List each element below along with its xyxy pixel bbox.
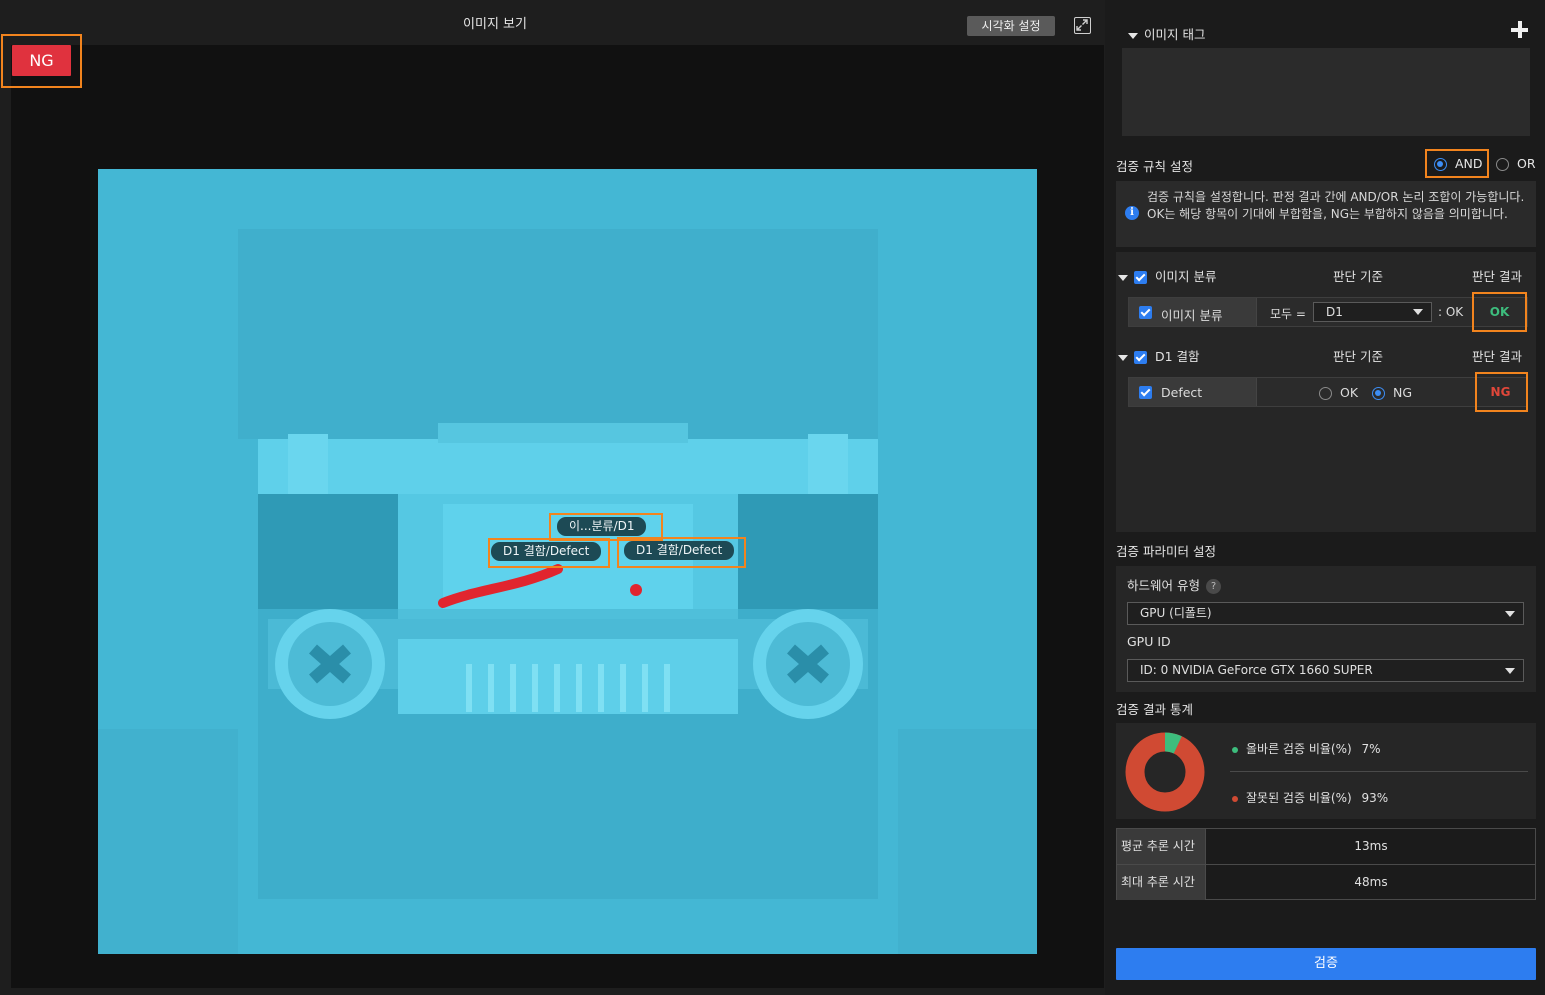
result-highlight: NG <box>1 34 82 88</box>
rule-name: 이미지 분류 <box>1161 308 1223 323</box>
classification-label[interactable]: 이...분류/D1 <box>557 517 647 536</box>
group-name: 이미지 분류 <box>1154 269 1217 284</box>
logic-or-label: OR <box>1516 156 1536 171</box>
chevron-down-icon <box>1505 668 1515 674</box>
max-time-value: 48ms <box>1354 875 1388 889</box>
criteria-prefix: 모두 = <box>1270 307 1306 321</box>
legend-correct-label: 올바른 검증 비율(%) <box>1246 742 1352 756</box>
image-canvas[interactable]: 이...분류/D1 D1 결함/Defect D1 결함/Defect <box>11 45 1104 988</box>
rule-row-image-classification: 이미지 분류 모두 = D1 : OK <box>1128 297 1528 327</box>
defect-label[interactable]: D1 결함/Defect <box>624 541 735 560</box>
option-ng[interactable]: NG <box>1372 385 1412 400</box>
legend-dot-correct <box>1232 746 1238 753</box>
criteria-header: 판단 기준 <box>1333 269 1383 284</box>
help-icon[interactable]: ? <box>1205 579 1221 594</box>
group-d1-defect[interactable]: D1 결함 <box>1118 346 1200 365</box>
result-header: 판단 결과 <box>1472 349 1522 364</box>
rules-info-text: 검증 규칙을 설정합니다. 판정 결과 간에 AND/OR 논리 조합이 가능합… <box>1147 190 1525 221</box>
image-viewer: 이미지 보기 시각화 설정 이...분류/D1 D1 결함/Defect D1 … <box>0 0 1105 995</box>
gpu-id-label: GPU ID <box>1127 634 1171 649</box>
avg-time-row: 평균 추론 시간 13ms <box>1117 829 1535 864</box>
group-checkbox[interactable] <box>1134 351 1147 364</box>
collapse-arrow-icon <box>1128 32 1138 39</box>
radio-ok[interactable] <box>1319 387 1332 400</box>
criteria-suffix: : OK <box>1438 305 1464 319</box>
legend-correct-value: 7% <box>1361 742 1381 756</box>
avg-time-label: 평균 추론 시간 <box>1117 829 1206 864</box>
max-time-label: 최대 추론 시간 <box>1117 865 1206 900</box>
image-tags-box[interactable] <box>1122 48 1530 136</box>
chevron-down-icon <box>1413 309 1423 315</box>
result-badge-ng: NG <box>12 45 71 76</box>
hardware-value: GPU (디폴트) <box>1140 606 1212 620</box>
inference-time-table: 평균 추론 시간 13ms 최대 추론 시간 48ms <box>1116 828 1536 900</box>
rule-result-ok: OK <box>1489 305 1510 319</box>
image-tags-header[interactable]: 이미지 태그 <box>1128 24 1205 43</box>
rule-name: Defect <box>1161 385 1203 400</box>
result-header: 판단 결과 <box>1472 269 1522 284</box>
rule-result-ng: NG <box>1490 385 1511 399</box>
hardware-label-row: 하드웨어 유형? <box>1127 575 1221 594</box>
max-time-row: 최대 추론 시간 48ms <box>1117 865 1535 900</box>
radio-ng[interactable] <box>1372 387 1385 400</box>
params-title: 검증 파라미터 설정 <box>1116 544 1216 559</box>
option-ok-label: OK <box>1339 385 1359 400</box>
image-tags-title: 이미지 태그 <box>1144 27 1206 42</box>
defect-label[interactable]: D1 결함/Defect <box>491 542 602 561</box>
logic-and-label: AND <box>1454 156 1483 171</box>
rules-title: 검증 규칙 설정 <box>1116 159 1193 174</box>
class-select[interactable]: D1 <box>1313 302 1432 322</box>
viewer-title: 이미지 보기 <box>463 17 527 32</box>
rule-name-cell: 이미지 분류 <box>1129 298 1257 326</box>
gpu-id-value: ID: 0 NVIDIA GeForce GTX 1660 SUPER <box>1140 663 1373 677</box>
class-select-value: D1 <box>1326 305 1343 319</box>
verify-button[interactable]: 검증 <box>1116 948 1536 980</box>
option-ng-label: NG <box>1392 385 1413 400</box>
radio-and[interactable] <box>1434 158 1447 171</box>
group-checkbox[interactable] <box>1134 271 1147 284</box>
criteria-header: 판단 기준 <box>1333 349 1383 364</box>
legend-wrong: 잘못된 검증 비율(%) 93% <box>1232 789 1388 806</box>
info-icon: i <box>1125 206 1139 220</box>
chevron-down-icon <box>1505 611 1515 617</box>
group-image-classification[interactable]: 이미지 분류 <box>1118 266 1216 285</box>
legend-wrong-value: 93% <box>1361 791 1389 805</box>
hardware-label: 하드웨어 유형 <box>1127 578 1200 593</box>
rule-checkbox[interactable] <box>1139 386 1152 399</box>
rules-info-box: i 검증 규칙을 설정합니다. 판정 결과 간에 AND/OR 논리 조합이 가… <box>1116 181 1536 247</box>
legend-wrong-label: 잘못된 검증 비율(%) <box>1246 791 1352 805</box>
collapse-arrow-icon <box>1118 274 1128 281</box>
expand-icon[interactable] <box>1074 17 1091 34</box>
stats-title: 검증 결과 통계 <box>1116 702 1193 717</box>
avg-time-value: 13ms <box>1354 839 1388 853</box>
legend-correct: 올바른 검증 비율(%) 7% <box>1232 740 1381 757</box>
group-name: D1 결함 <box>1154 349 1200 364</box>
collapse-arrow-icon <box>1118 354 1128 361</box>
rule-row-defect: Defect OK NG <box>1128 377 1528 407</box>
gpu-id-select[interactable]: ID: 0 NVIDIA GeForce GTX 1660 SUPER <box>1127 659 1524 682</box>
hardware-select[interactable]: GPU (디폴트) <box>1127 602 1524 625</box>
stats-donut-chart <box>1125 732 1205 812</box>
logic-and-option[interactable]: AND <box>1434 156 1483 171</box>
add-tag-icon[interactable] <box>1510 20 1530 40</box>
visualization-settings-button[interactable]: 시각화 설정 <box>967 16 1055 36</box>
option-ok[interactable]: OK <box>1319 385 1358 400</box>
legend-dot-wrong <box>1232 795 1238 802</box>
rule-checkbox[interactable] <box>1139 306 1152 319</box>
logic-or-option[interactable]: OR <box>1496 156 1536 171</box>
stats-box: 올바른 검증 비율(%) 7% 잘못된 검증 비율(%) 93% <box>1116 723 1536 819</box>
rule-name-cell: Defect <box>1129 378 1257 406</box>
legend-divider <box>1230 771 1528 772</box>
radio-or[interactable] <box>1496 158 1509 171</box>
